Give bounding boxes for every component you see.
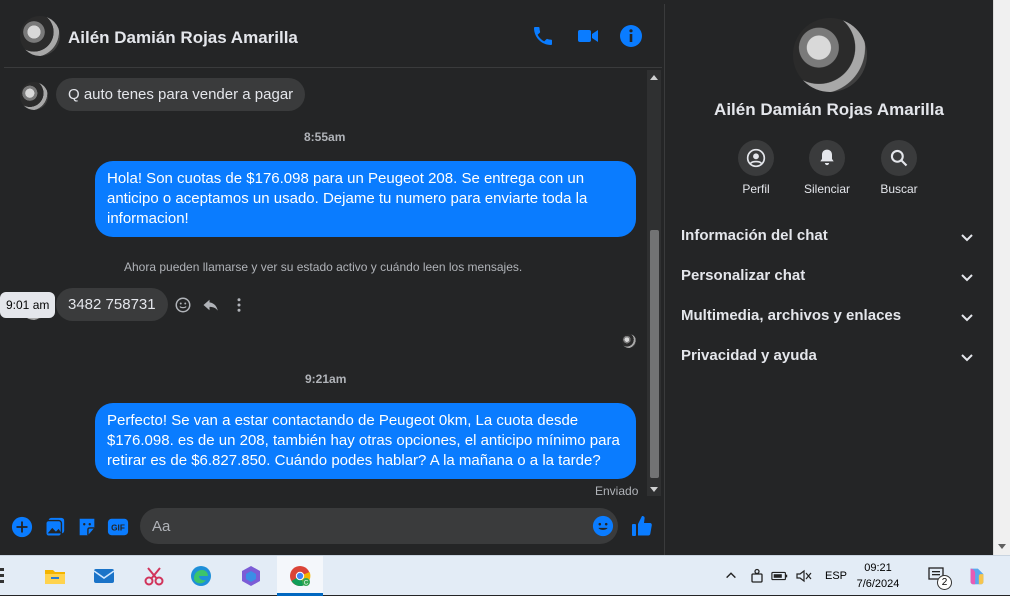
outgoing-message[interactable]: Hola! Son cuotas de $176.098 para un Peu… [95,161,636,237]
contact-name[interactable]: Ailén Damián Rojas Amarilla [68,28,298,48]
svg-text:C: C [304,581,309,587]
copilot-app-icon[interactable] [239,564,263,588]
edge-browser-icon[interactable] [189,564,213,588]
more-options-icon[interactable] [232,296,246,314]
message-scrollbar[interactable] [647,70,661,496]
mail-icon[interactable] [92,564,116,588]
section-customize-chat[interactable]: Personalizar chat [681,267,979,297]
react-icon[interactable] [174,296,192,314]
time-tooltip: 9:01 am [0,292,56,318]
search-action[interactable]: Buscar [864,140,934,196]
system-clock[interactable]: 09:21 7/6/2024 [848,560,908,592]
info-icon[interactable] [619,24,643,48]
messenger-app: Ailén Damián Rojas Amarilla Q auto tenes… [0,0,1010,555]
video-call-icon[interactable] [576,24,600,48]
message-status: Enviado [595,484,639,498]
incoming-message[interactable]: 3482 758731 [56,288,168,321]
incoming-message[interactable]: Q auto tenes para vender a pagar [56,78,306,111]
section-chat-info[interactable]: Información del chat [681,227,979,257]
message-input[interactable] [152,508,582,544]
system-notice: Ahora pueden llamarse y ver su estado ac… [124,260,523,274]
copilot-icon[interactable] [966,565,988,587]
scroll-down-arrow[interactable] [998,544,1006,549]
mute-action[interactable]: Silenciar [792,140,862,196]
chevron-down-icon [961,354,973,362]
contact-name: Ailén Damián Rojas Amarilla [714,100,944,119]
clock-date: 7/6/2024 [856,578,900,590]
outgoing-message[interactable]: Perfecto! Se van a estar contactando de … [95,403,636,479]
task-view-icon[interactable] [0,564,18,588]
volume-muted-icon[interactable] [796,568,812,584]
phone-icon[interactable] [531,24,555,48]
read-receipt-avatar [622,334,636,348]
section-label: Personalizar chat [681,267,806,284]
profile-action[interactable]: Perfil [721,140,791,196]
contact-avatar-large[interactable] [793,18,867,92]
chrome-browser-icon[interactable]: C [288,564,312,588]
snipping-tool-icon[interactable] [142,564,166,588]
message-list[interactable]: Q auto tenes para vender a pagar 8:55am … [0,70,662,500]
bell-icon [820,149,834,166]
contact-avatar[interactable] [20,16,60,56]
chevron-down-icon [961,234,973,242]
search-label: Buscar [880,182,918,196]
message-timestamp: 8:55am [304,130,346,144]
file-explorer-icon[interactable] [43,564,67,588]
mute-label: Silenciar [803,182,851,196]
conversation-header: Ailén Damián Rojas Amarilla [4,4,662,68]
section-label: Privacidad y ayuda [681,347,817,364]
profile-label: Perfil [742,182,770,196]
section-label: Multimedia, archivos y enlaces [681,307,902,324]
chevron-down-icon [961,314,973,322]
window-scrollbar[interactable] [993,0,1010,555]
windows-taskbar: C ESP 09:21 7/6/2024 2 [0,555,1010,596]
language-indicator[interactable]: ESP [825,570,847,582]
message-timestamp: 9:21am [305,372,347,386]
section-media-files-links[interactable]: Multimedia, archivos y enlaces [681,307,979,337]
meet-now-icon[interactable] [749,568,765,584]
chat-details-panel: Ailén Damián Rojas Amarilla Perfil Silen… [664,4,992,555]
scroll-down-arrow[interactable] [650,487,658,492]
section-label: Información del chat [681,227,828,244]
message-input-box[interactable] [140,508,618,544]
battery-icon[interactable] [771,568,789,584]
sender-avatar [20,82,48,110]
thumbs-up-icon[interactable] [630,514,654,538]
emoji-icon[interactable] [592,515,614,537]
gif-icon[interactable]: GIF [107,516,129,538]
svg-text:GIF: GIF [111,524,125,533]
scroll-thumb[interactable] [650,230,659,478]
gallery-icon[interactable] [44,516,66,538]
scroll-up-arrow[interactable] [650,75,658,80]
sticker-icon[interactable] [76,516,98,538]
conversation-pane: Ailén Damián Rojas Amarilla Q auto tenes… [0,4,662,555]
clock-time: 09:21 [864,562,892,574]
section-privacy-help[interactable]: Privacidad y ayuda [681,347,979,377]
profile-icon [746,148,766,168]
composer: GIF [4,506,662,552]
chevron-down-icon [961,274,973,282]
search-icon [890,149,908,167]
chevron-up-icon[interactable] [724,568,738,582]
reply-icon[interactable] [202,296,220,314]
plus-icon[interactable] [11,516,33,538]
notification-badge: 2 [937,575,952,590]
